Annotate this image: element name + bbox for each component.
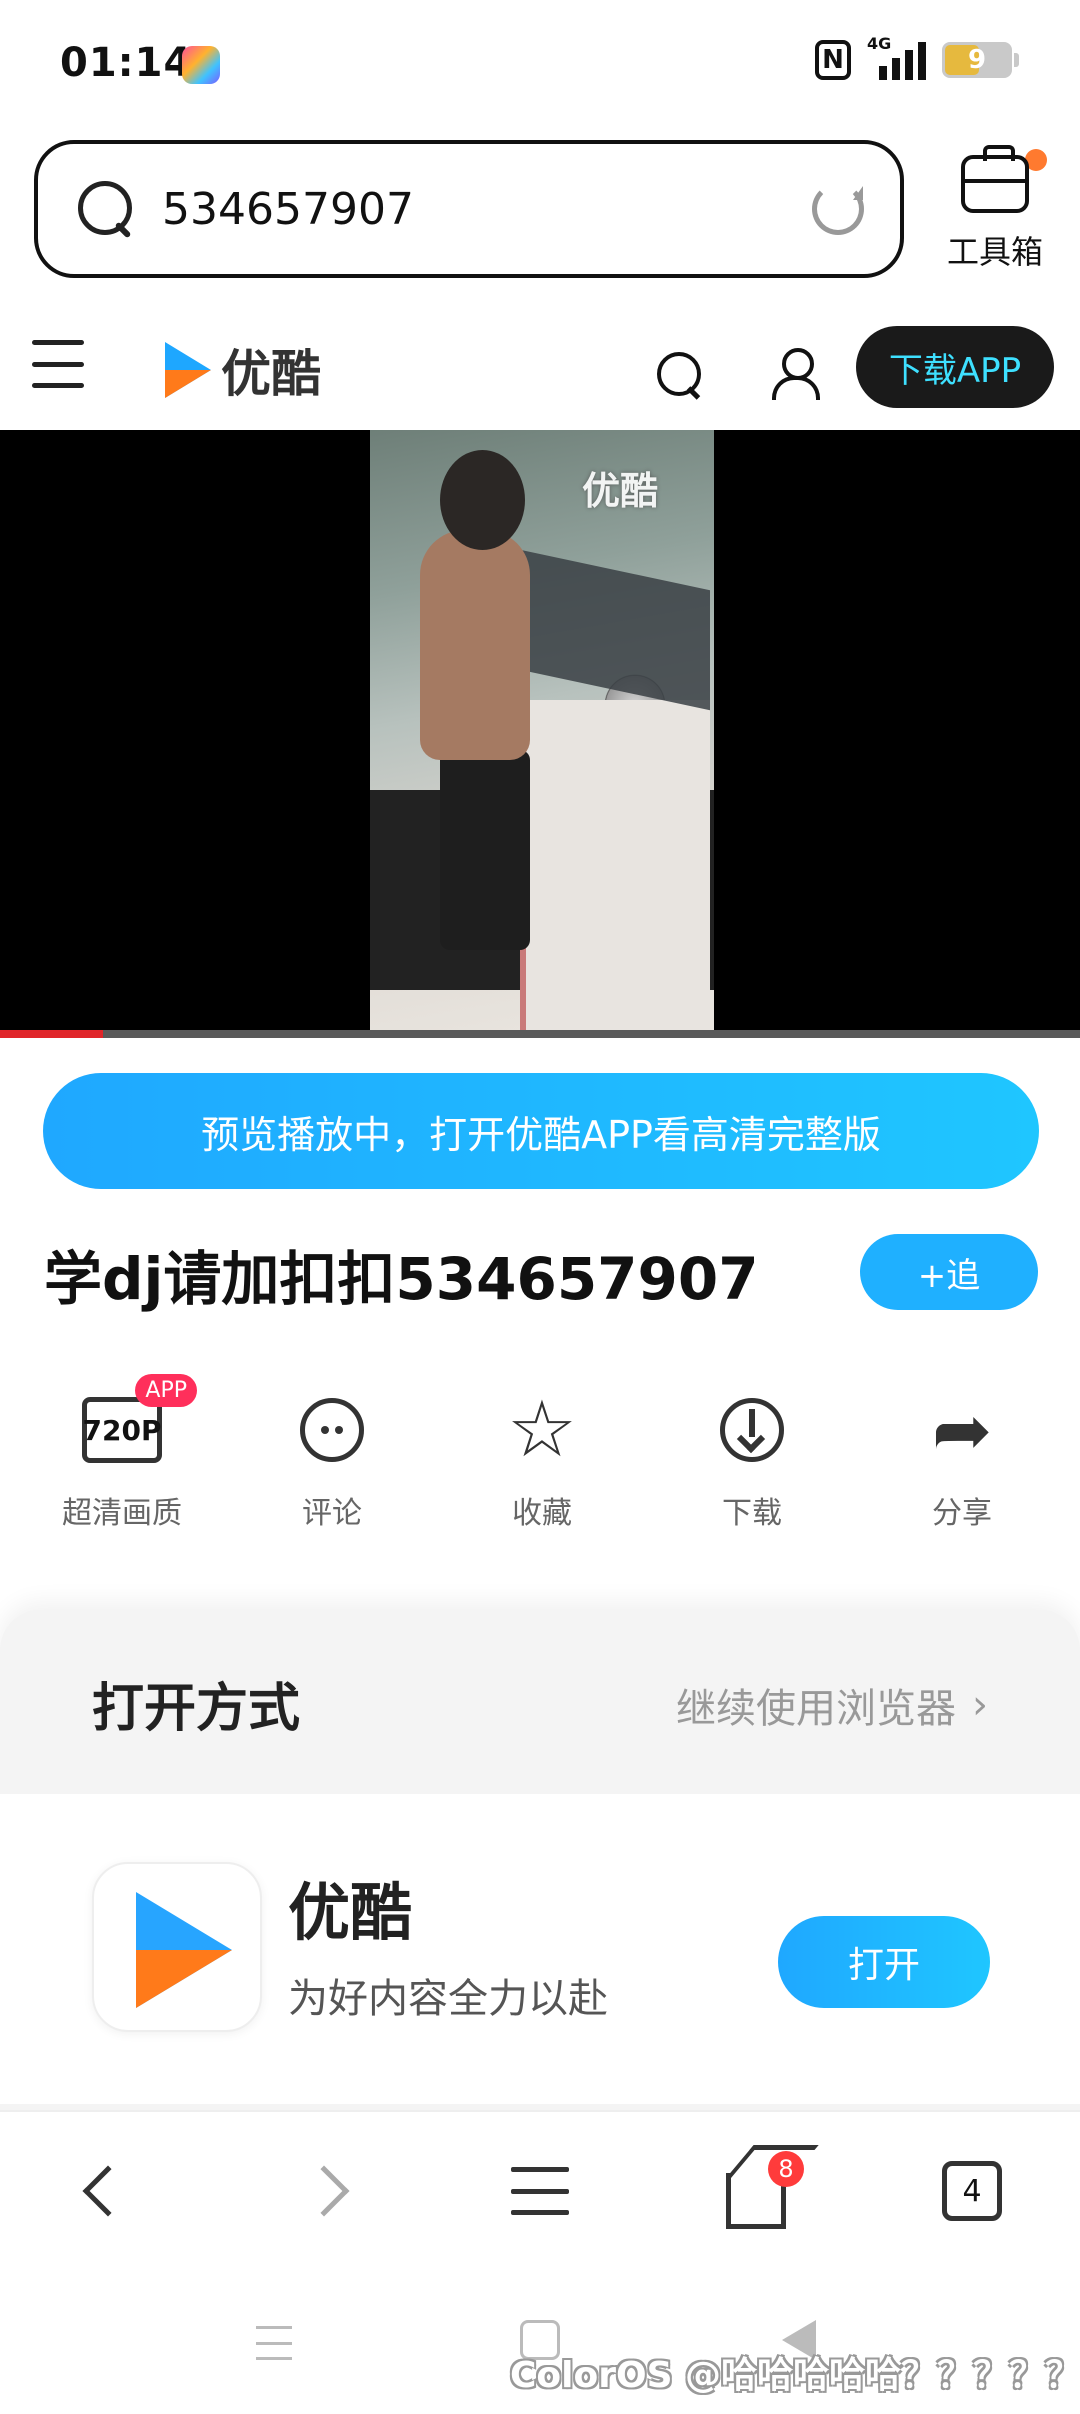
download-icon: [720, 1398, 784, 1462]
home-button[interactable]: 8: [648, 2111, 864, 2271]
nfc-icon: N: [815, 40, 851, 80]
chevron-right-icon: [298, 2165, 350, 2217]
youku-logo[interactable]: 优酷: [165, 334, 321, 406]
quality-value: 720P: [82, 1413, 162, 1447]
continue-browser-link[interactable]: 继续使用浏览器 ›: [676, 1676, 988, 1734]
action-label: 评论: [302, 1496, 362, 1531]
download-app-button[interactable]: 下载APP: [856, 326, 1054, 408]
screenshot-watermark: ColorOS @哈哈哈哈哈？？？？？: [510, 2355, 1080, 2396]
refresh-icon[interactable]: [812, 183, 864, 235]
menu-icon[interactable]: [32, 340, 84, 388]
open-app-button[interactable]: 打开: [778, 1916, 990, 2008]
tabs-button[interactable]: 4: [864, 2111, 1080, 2271]
action-label: 超清画质: [62, 1496, 182, 1531]
status-right: N 4G 9: [815, 34, 1019, 80]
battery-icon: 9: [942, 42, 1019, 78]
video-frame: [370, 430, 714, 1030]
signal-icon: 4G: [867, 34, 926, 80]
action-favorite[interactable]: ☆ 收藏: [437, 1380, 647, 1532]
site-header: 优酷 下载APP: [0, 310, 1080, 430]
action-quality[interactable]: 720P APP 超清画质: [17, 1374, 227, 1532]
system-nav-bar: ColorOS @哈哈哈哈哈？？？？？: [0, 2270, 1080, 2414]
menu-icon: [511, 2167, 569, 2215]
video-progress-fill: [0, 1030, 103, 1038]
youku-logo-text: 优酷: [221, 345, 321, 403]
browser-address-bar[interactable]: 534657907: [34, 140, 904, 278]
action-share[interactable]: ➦ 分享: [857, 1380, 1067, 1532]
app-slogan: 为好内容全力以赴: [288, 1976, 608, 2022]
tabs-count: 4: [942, 2161, 1002, 2221]
continue-browser-label: 继续使用浏览器: [676, 1686, 956, 1732]
action-comment[interactable]: 评论: [227, 1380, 437, 1532]
toolbox-icon: [961, 145, 1029, 213]
network-type: 4G: [867, 34, 892, 53]
open-with-sheet: 打开方式 继续使用浏览器 › 优酷 为好内容全力以赴 打开: [0, 1610, 1080, 2110]
battery-level: 9: [967, 45, 987, 75]
app-option-row[interactable]: 优酷 为好内容全力以赴 打开: [0, 1794, 1080, 2104]
action-label: 下载: [722, 1496, 782, 1531]
chevron-left-icon: [82, 2165, 134, 2217]
action-download[interactable]: 下载: [647, 1380, 857, 1532]
comment-icon: [300, 1398, 364, 1462]
star-icon: ☆: [507, 1385, 577, 1475]
search-query[interactable]: 534657907: [162, 184, 812, 235]
video-watermark: 优酷: [582, 469, 659, 513]
forward-button[interactable]: [216, 2111, 432, 2271]
status-bar: 01:14 N 4G 9: [0, 0, 1080, 130]
action-label: 收藏: [512, 1496, 572, 1531]
hd-quality-icon: 720P APP: [82, 1374, 197, 1463]
search-icon: [74, 177, 138, 241]
share-icon: ➦: [931, 1388, 993, 1472]
home-badge: 8: [768, 2151, 804, 2187]
open-app-banner[interactable]: 预览播放中，打开优酷APP看高清完整版: [43, 1073, 1039, 1189]
follow-button[interactable]: +追: [860, 1234, 1038, 1310]
toolbox-label: 工具箱: [946, 233, 1043, 271]
video-title: 学dj请加扣扣534657907: [44, 1245, 759, 1313]
status-time: 01:14: [60, 40, 193, 86]
youku-play-icon: [165, 342, 211, 398]
app-badge: APP: [135, 1374, 197, 1407]
video-player[interactable]: 优酷: [0, 430, 1080, 1038]
user-icon[interactable]: [770, 346, 822, 400]
action-label: 分享: [932, 1496, 992, 1531]
youku-app-icon: [92, 1862, 262, 2032]
toolbox-button[interactable]: 工具箱: [935, 145, 1055, 273]
app-name: 优酷: [288, 1876, 413, 1949]
recents-icon[interactable]: [256, 2326, 292, 2360]
browser-bottom-nav: 8 4: [0, 2110, 1080, 2270]
sheet-header: 打开方式 继续使用浏览器 ›: [0, 1610, 1080, 1794]
search-icon[interactable]: [655, 350, 705, 400]
menu-button[interactable]: [432, 2111, 648, 2271]
back-button[interactable]: [0, 2111, 216, 2271]
sheet-title: 打开方式: [92, 1679, 301, 1739]
video-progress-bar[interactable]: [0, 1030, 1080, 1038]
chevron-right-icon: ›: [972, 1682, 988, 1728]
notification-app-icon: [182, 46, 220, 84]
action-bar: 720P APP 超清画质 评论 ☆ 收藏 下载 ➦ 分享: [0, 1374, 1080, 1532]
